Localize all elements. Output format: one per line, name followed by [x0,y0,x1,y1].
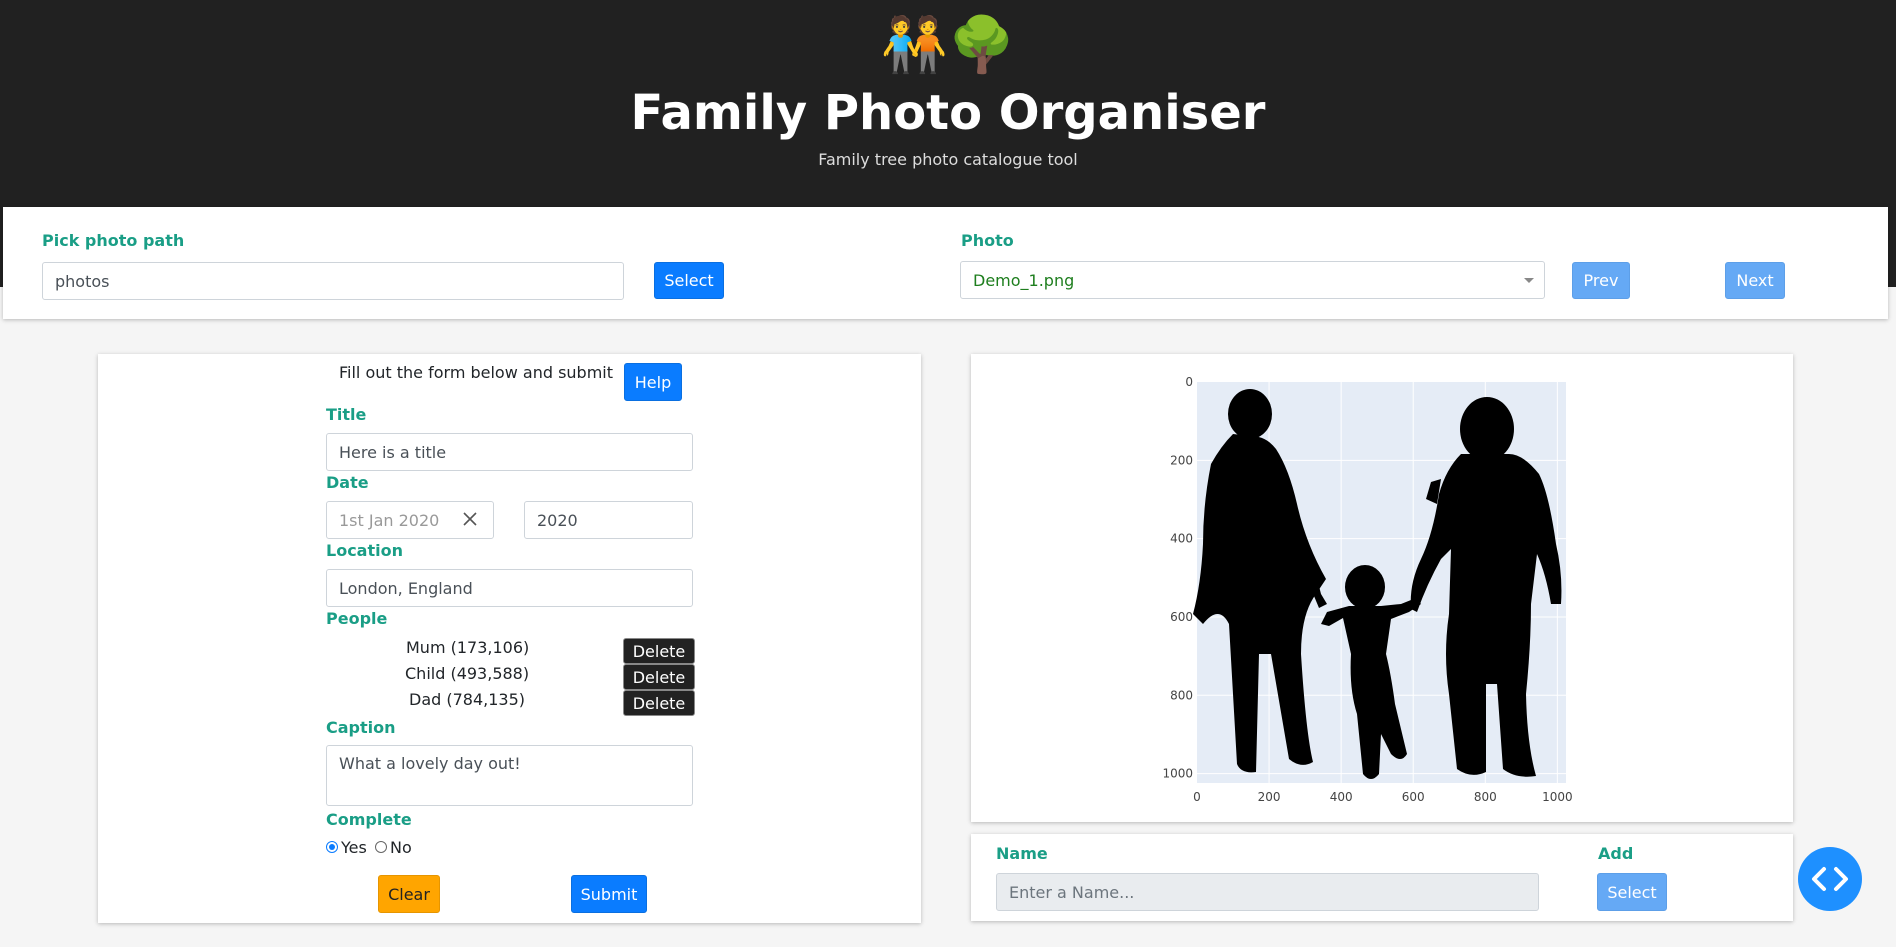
x-tick-label: 1000 [1542,790,1573,804]
photo-label: Photo [961,231,1014,250]
complete-yes-radio[interactable] [326,841,338,853]
path-select-button[interactable]: Select [654,262,724,299]
delete-person-button[interactable]: Delete [623,638,695,664]
form-instruction: Fill out the form below and submit [339,363,614,382]
name-entry-card: Name Enter a Name... Add Select [971,834,1793,921]
date-picker[interactable]: 1st Jan 2020 [326,501,494,539]
year-input[interactable]: 2020 [524,501,693,539]
complete-label: Complete [326,810,412,829]
path-label: Pick photo path [42,231,185,250]
y-tick-label: 400 [1170,532,1193,546]
add-label: Add [1598,844,1634,863]
prev-button[interactable]: Prev [1572,262,1630,299]
x-tick-label: 0 [1193,790,1201,804]
person-name-child: Child (493,588) [405,664,530,683]
y-tick-label: 600 [1170,610,1193,624]
family-tree-logo-icon: 🧑‍🤝‍🧑🌳 [880,13,1016,76]
app-title: Family Photo Organiser [630,85,1266,141]
photo-form-card: Fill out the form below and submit Help … [98,354,921,923]
next-button[interactable]: Next [1725,262,1785,299]
clear-button[interactable]: Clear [378,875,440,913]
y-tick-label: 200 [1170,453,1193,467]
y-tick-label: 0 [1185,375,1193,389]
date-placeholder: 1st Jan 2020 [339,510,440,530]
x-tick-label: 800 [1474,790,1497,804]
y-tick-label: 800 [1170,688,1193,702]
title-input[interactable]: Here is a title [326,433,693,471]
app-subtitle: Family tree photo catalogue tool [818,150,1078,169]
chevron-down-icon [1524,278,1534,283]
location-input[interactable]: London, England [326,569,693,607]
y-tick-label: 1000 [1162,767,1193,781]
person-name-dad: Dad (784,135) [409,690,526,709]
complete-yes-label: Yes [341,838,367,857]
code-brackets-icon [1812,867,1848,891]
date-label: Date [326,473,369,492]
x-axis-ticks: 0 200 400 600 800 1000 [1193,790,1572,804]
x-tick-label: 400 [1330,790,1353,804]
x-tick-label: 600 [1402,790,1425,804]
caption-textarea[interactable]: What a lovely day out! [326,745,693,806]
photo-dropdown[interactable]: Demo_1.png [960,261,1545,299]
people-label: People [326,609,388,628]
submit-button[interactable]: Submit [571,875,647,913]
y-axis-ticks: 0 200 400 600 800 1000 [1162,375,1193,781]
name-label: Name [996,844,1048,863]
location-label: Location [326,541,403,560]
code-toggle-button[interactable] [1798,847,1862,911]
photo-dropdown-value: Demo_1.png [973,270,1075,290]
delete-person-button[interactable]: Delete [623,690,695,716]
clear-date-icon[interactable] [461,510,479,528]
caption-label: Caption [326,718,396,737]
title-label: Title [326,405,367,424]
complete-no-radio[interactable] [375,841,387,853]
add-select-button[interactable]: Select [1597,873,1667,911]
name-input[interactable]: Enter a Name... [996,873,1539,911]
help-button[interactable]: Help [624,363,682,401]
x-tick-label: 200 [1258,790,1281,804]
complete-no-label: No [390,838,412,857]
photo-preview-card: 0 200 400 600 800 1000 0 200 400 600 800 1000 [971,354,1793,822]
person-name-mum: Mum (173,106) [406,638,530,657]
photo-plot[interactable]: 0 200 400 600 800 1000 0 200 400 600 800 1000 [971,354,1793,822]
delete-person-button[interactable]: Delete [623,664,695,690]
path-input[interactable]: photos [42,262,624,300]
toolbar-card: Pick photo path photos Select Photo Demo… [3,207,1888,319]
